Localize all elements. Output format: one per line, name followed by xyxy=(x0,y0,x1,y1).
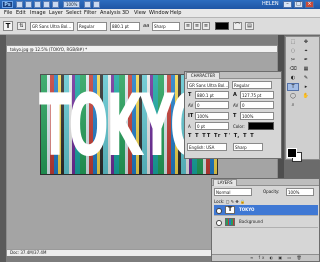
move-tool-icon[interactable]: ✥ xyxy=(300,38,312,46)
kerning-icon: AV xyxy=(188,103,194,108)
gradient-tool-icon[interactable]: ▦ xyxy=(300,65,312,73)
marquee-tool-icon[interactable]: ⬚ xyxy=(287,38,299,46)
char-anti-alias-select[interactable]: Sharp xyxy=(233,143,263,151)
hand-tool-panel-icon[interactable]: ✋ xyxy=(300,92,312,100)
menu-view[interactable]: View xyxy=(134,10,146,17)
close-button[interactable]: × xyxy=(305,1,314,8)
document-tab[interactable]: tokyo.jpg @ 12.5% (TOKYO, RGB/8#) * xyxy=(7,46,277,53)
char-hscale-field[interactable]: 100% xyxy=(240,112,274,120)
character-panel-toggle[interactable]: ▤ xyxy=(245,22,254,30)
image-layer-thumbnail xyxy=(225,218,235,226)
char-leading-field[interactable]: 127.75 pt xyxy=(240,91,274,99)
tracking-icon: AV xyxy=(233,103,239,108)
text-orientation-toggle[interactable]: ⇅ xyxy=(17,22,26,30)
menu-file[interactable]: File xyxy=(4,10,12,17)
minimize-button[interactable]: – xyxy=(283,1,292,8)
menu-window[interactable]: Window xyxy=(149,10,169,17)
font-size-field[interactable]: 880.1 pt xyxy=(110,22,140,31)
align-right-button[interactable]: ≡ xyxy=(202,22,210,30)
warp-text-button[interactable]: ⌒ xyxy=(233,22,242,30)
vertical-scale-icon: IT xyxy=(188,113,194,119)
screen-mode-icon[interactable] xyxy=(93,1,100,8)
opacity-field[interactable]: 100% xyxy=(286,188,314,196)
hand-tool-icon[interactable] xyxy=(43,1,50,8)
font-style-select[interactable]: Regular xyxy=(77,22,107,31)
eye-visibility-icon[interactable] xyxy=(216,208,222,214)
path-select-tool-icon[interactable]: ▸ xyxy=(300,83,312,91)
baseline-icon: A xyxy=(188,124,191,129)
anti-alias-select[interactable]: Sharp xyxy=(152,22,180,31)
char-vscale-field[interactable]: 100% xyxy=(195,112,229,120)
pen-tool-icon[interactable]: ✎ xyxy=(300,74,312,82)
menu-help[interactable]: Help xyxy=(170,10,181,17)
zoom-tool-icon[interactable] xyxy=(52,1,59,8)
font-size-icon: T xyxy=(188,92,192,98)
eraser-tool-icon[interactable]: ⌫ xyxy=(287,65,299,73)
faux-style-buttons[interactable]: T T TT Tr T' T, T T xyxy=(188,133,255,140)
zoom-tool-panel-icon[interactable]: ⌕ xyxy=(287,101,299,109)
eyedropper-tool-icon[interactable]: ✒ xyxy=(300,56,312,64)
tab-layers[interactable]: LAYERS xyxy=(213,179,237,186)
char-font-style-select[interactable]: Regular xyxy=(232,81,272,89)
horizontal-scale-icon: T xyxy=(233,113,237,119)
blend-mode-select[interactable]: Normal xyxy=(214,188,252,196)
char-kerning-field[interactable]: 0 xyxy=(195,101,229,109)
char-language-select[interactable]: English: USA xyxy=(187,143,227,151)
layer-name[interactable]: Background xyxy=(239,219,263,225)
menu-filter[interactable]: Filter xyxy=(84,10,96,17)
menu-analysis[interactable]: Analysis xyxy=(100,10,121,17)
font-family-select[interactable]: GR Sans Ultra Bol... xyxy=(30,22,74,31)
shape-tool-icon[interactable]: ◯ xyxy=(287,92,299,100)
menu-image[interactable]: Image xyxy=(30,10,46,17)
char-font-family-select[interactable]: GR Sans Ultra Bol... xyxy=(187,81,229,89)
lasso-tool-icon[interactable]: ◌ xyxy=(287,47,299,55)
maximize-button[interactable]: □ xyxy=(294,1,303,8)
opacity-label: Opacity: xyxy=(263,189,280,194)
menu-3d[interactable]: 3D xyxy=(122,10,129,17)
crop-tool-icon[interactable]: ✂ xyxy=(287,56,299,64)
bridge-icon[interactable] xyxy=(16,1,23,8)
quick-select-tool-icon[interactable]: ⌖ xyxy=(300,47,312,55)
eye-visibility-icon[interactable] xyxy=(216,220,222,226)
menu-edit[interactable]: Edit xyxy=(16,10,26,17)
layer-name[interactable]: TOKYO xyxy=(239,207,254,213)
zoom-level[interactable]: 100% xyxy=(63,1,81,8)
view-extras-icon[interactable] xyxy=(34,1,41,8)
arrange-documents-icon[interactable] xyxy=(84,1,91,8)
char-size-field[interactable]: 880.1 pt xyxy=(195,91,229,99)
tokyo-text-layer[interactable]: TOKYO xyxy=(39,76,210,182)
mini-bridge-icon[interactable] xyxy=(25,1,32,8)
char-tracking-field[interactable]: 0 xyxy=(240,101,274,109)
align-center-button[interactable]: ≡ xyxy=(193,22,201,30)
tab-character[interactable]: CHARACTER xyxy=(186,72,220,79)
menu-select[interactable]: Select xyxy=(66,10,81,17)
user-name: HELEN xyxy=(262,1,279,7)
text-layer-thumbnail-icon: T xyxy=(225,206,235,214)
dodge-tool-icon[interactable]: ◐ xyxy=(287,74,299,82)
layer-actions-icons[interactable]: ∞ fx ◐ ▣ ▭ 🗑 xyxy=(250,255,304,260)
layer-lock-row[interactable]: Lock: ▢ ✎ ✥ 🔒 xyxy=(214,198,318,205)
type-tool-button-icon[interactable]: T xyxy=(287,83,299,91)
char-color-swatch[interactable] xyxy=(248,122,274,130)
align-left-button[interactable]: ≡ xyxy=(184,22,192,30)
type-tool-icon[interactable]: T xyxy=(3,21,13,31)
anti-alias-label: aa xyxy=(143,23,150,29)
text-color-swatch[interactable] xyxy=(215,22,229,30)
menu-layer[interactable]: Layer xyxy=(49,10,63,17)
char-baseline-field[interactable]: 0 pt xyxy=(195,122,229,130)
foreground-color-swatch[interactable] xyxy=(287,148,297,158)
photoshop-logo-icon: Ps xyxy=(2,1,13,8)
leading-icon: A xyxy=(233,92,237,98)
char-color-label: Color: xyxy=(233,124,245,129)
